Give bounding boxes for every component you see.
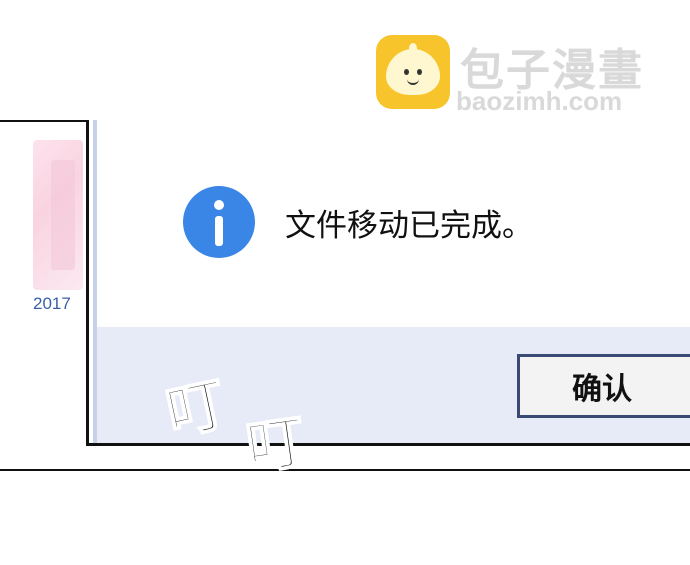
folder-thumbnail[interactable] — [33, 140, 83, 290]
info-icon — [183, 186, 255, 258]
info-icon-dot — [214, 200, 224, 210]
watermark-url: baozimh.com — [456, 86, 623, 116]
bun-mouth — [407, 78, 419, 85]
confirm-button[interactable]: 确认 — [517, 354, 690, 418]
dialog-message: 文件移动已完成。 — [285, 208, 533, 244]
bun-eye-left — [404, 69, 409, 75]
bun-eye-right — [417, 69, 422, 75]
info-icon-bar — [215, 216, 223, 246]
baozi-bun-icon — [386, 43, 440, 95]
sound-effect-ding-2: 叮 — [241, 406, 310, 483]
watermark-logo-icon — [376, 35, 450, 109]
panel-border-bottom — [0, 469, 690, 471]
folder-label[interactable]: 2017 — [33, 294, 71, 314]
